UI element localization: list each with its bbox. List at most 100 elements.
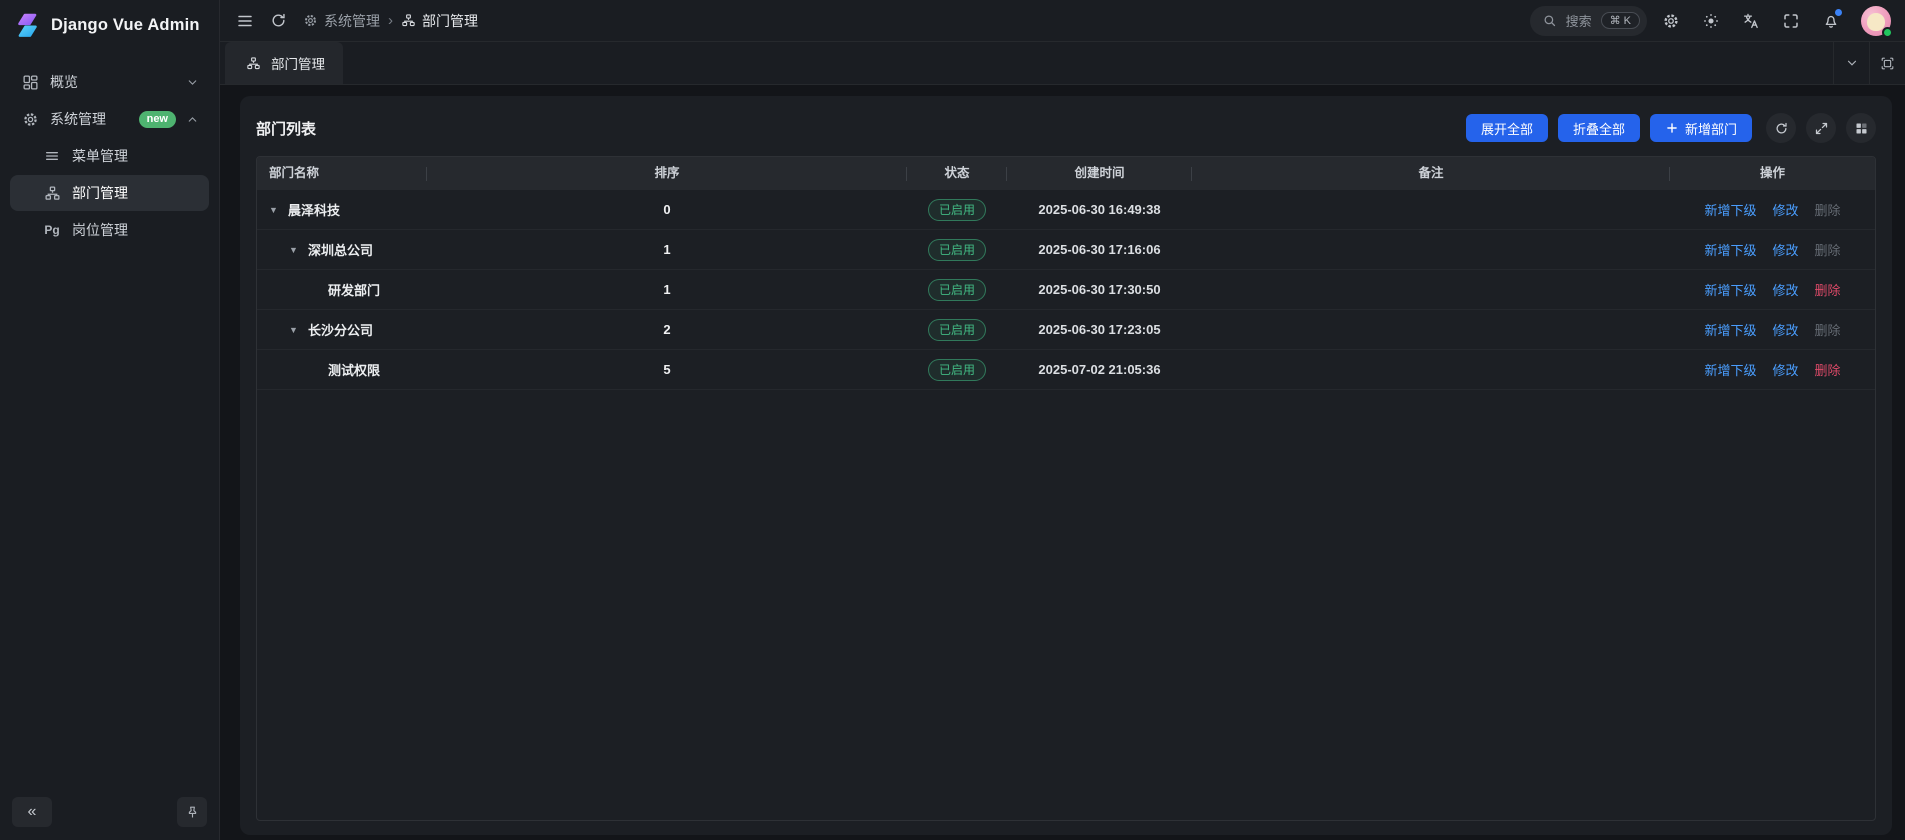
add-sub-department-link[interactable]: 新增下级: [1704, 360, 1756, 379]
hamburger-menu-icon[interactable]: [236, 12, 254, 30]
sort-value: 1: [427, 282, 907, 297]
sidebar-item-overview[interactable]: 概览: [10, 64, 209, 100]
sidebar-item-label: 岗位管理: [72, 220, 199, 240]
department-name: 测试权限: [328, 360, 380, 379]
fullscreen-icon[interactable]: [1775, 5, 1807, 37]
department-table: 部门名称 排序 状态 创建时间 备注 操作 ▼ 晨泽科技 0 已启用 2025-…: [256, 156, 1876, 821]
table-refresh-icon[interactable]: [1766, 113, 1796, 143]
menu-list-icon: [42, 148, 62, 164]
sidebar-item-system[interactable]: 系统管理 new: [10, 101, 209, 137]
tab-bar-controls: [1833, 42, 1905, 84]
column-header-created: 创建时间: [1007, 157, 1192, 190]
delete-link[interactable]: 删除: [1815, 200, 1841, 219]
collapse-all-button[interactable]: 折叠全部: [1558, 114, 1640, 142]
edit-link[interactable]: 修改: [1772, 320, 1798, 339]
pin-icon[interactable]: [177, 797, 207, 827]
org-chart-icon: [42, 185, 62, 202]
pg-icon: Pg: [42, 223, 62, 237]
expand-all-button[interactable]: 展开全部: [1466, 114, 1548, 142]
status-badge: 已启用: [928, 199, 986, 221]
column-settings-grid-icon[interactable]: [1846, 113, 1876, 143]
add-department-button[interactable]: 新增部门: [1650, 114, 1752, 142]
sidebar-item-department-management[interactable]: 部门管理: [10, 175, 209, 211]
status-badge: 已启用: [928, 239, 986, 261]
add-sub-department-link[interactable]: 新增下级: [1704, 200, 1756, 219]
main-area: 系统管理 › 部门管理 搜索: [220, 0, 1905, 840]
search-placeholder: 搜索: [1566, 11, 1592, 30]
sidebar-item-label: 概览: [50, 72, 176, 92]
edit-link[interactable]: 修改: [1772, 200, 1798, 219]
gear-icon: [20, 111, 40, 128]
breadcrumb-separator: ›: [388, 12, 393, 29]
org-chart-icon: [243, 56, 263, 71]
tab-label: 部门管理: [271, 53, 325, 73]
settings-gear-icon[interactable]: [1655, 5, 1687, 37]
breadcrumb-item-department[interactable]: 部门管理: [401, 11, 478, 31]
delete-link[interactable]: 删除: [1815, 280, 1841, 299]
department-name: 晨泽科技: [288, 200, 340, 219]
page-title: 部门列表: [256, 118, 316, 139]
column-header-remark: 备注: [1192, 157, 1670, 190]
search-shortcut-badge: ⌘ K: [1601, 12, 1640, 29]
table-body: ▼ 晨泽科技 0 已启用 2025-06-30 16:49:38 新增下级 修改…: [257, 190, 1875, 390]
edit-link[interactable]: 修改: [1772, 360, 1798, 379]
online-status-dot: [1882, 27, 1893, 38]
refresh-icon[interactable]: [270, 12, 287, 29]
delete-link[interactable]: 删除: [1815, 360, 1841, 379]
add-sub-department-link[interactable]: 新增下级: [1704, 240, 1756, 259]
department-card: 部门列表 展开全部 折叠全部 新增部门: [240, 96, 1892, 835]
card-header: 部门列表 展开全部 折叠全部 新增部门: [256, 108, 1876, 148]
logo-row[interactable]: Django Vue Admin: [0, 0, 219, 50]
expand-caret-icon[interactable]: ▼: [289, 325, 301, 335]
status-badge: 已启用: [928, 279, 986, 301]
created-time: 2025-07-02 21:05:36: [1007, 362, 1192, 377]
tab-bar: 部门管理: [220, 42, 1905, 85]
theme-sun-icon[interactable]: [1695, 5, 1727, 37]
expand-caret-icon[interactable]: ▼: [269, 205, 281, 215]
table-row: ▼ 测试权限 5 已启用 2025-07-02 21:05:36 新增下级 修改…: [257, 350, 1875, 390]
table-fullscreen-icon[interactable]: [1806, 113, 1836, 143]
chevron-down-icon: [186, 76, 199, 89]
column-header-status: 状态: [907, 157, 1007, 190]
user-avatar[interactable]: [1861, 6, 1891, 36]
column-header-name: 部门名称: [257, 157, 427, 190]
chevron-up-icon: [186, 113, 199, 126]
created-time: 2025-06-30 17:16:06: [1007, 242, 1192, 257]
sidebar-footer: «: [0, 792, 219, 840]
sidebar-item-menu-management[interactable]: 菜单管理: [10, 138, 209, 174]
header-actions: 搜索 ⌘ K: [1530, 5, 1891, 37]
app-logo-icon: [14, 12, 41, 39]
tab-department-management[interactable]: 部门管理: [225, 42, 343, 84]
created-time: 2025-06-30 17:30:50: [1007, 282, 1192, 297]
new-badge: new: [139, 111, 176, 128]
delete-link[interactable]: 删除: [1815, 240, 1841, 259]
edit-link[interactable]: 修改: [1772, 240, 1798, 259]
status-badge: 已启用: [928, 359, 986, 381]
department-name: 长沙分公司: [308, 320, 373, 339]
department-name: 深圳总公司: [308, 240, 373, 259]
table-row: ▼ 晨泽科技 0 已启用 2025-06-30 16:49:38 新增下级 修改…: [257, 190, 1875, 230]
sort-value: 0: [427, 202, 907, 217]
app-window: Django Vue Admin 概览: [0, 0, 1905, 840]
card-toolbar: 展开全部 折叠全部 新增部门: [1466, 113, 1876, 143]
expand-caret-icon[interactable]: ▼: [289, 245, 301, 255]
edit-link[interactable]: 修改: [1772, 280, 1798, 299]
sidebar-item-label: 系统管理: [50, 109, 129, 129]
breadcrumb-item-system[interactable]: 系统管理: [303, 11, 380, 31]
top-header: 系统管理 › 部门管理 搜索: [220, 0, 1905, 42]
sidebar-item-label: 菜单管理: [72, 146, 199, 166]
notification-bell-icon[interactable]: [1815, 5, 1847, 37]
delete-link[interactable]: 删除: [1815, 320, 1841, 339]
department-name: 研发部门: [328, 280, 380, 299]
tab-list-chevron-icon[interactable]: [1833, 42, 1869, 84]
sidebar-item-label: 部门管理: [72, 183, 199, 203]
column-header-sort: 排序: [427, 157, 907, 190]
add-sub-department-link[interactable]: 新增下级: [1704, 280, 1756, 299]
search-input[interactable]: 搜索 ⌘ K: [1530, 6, 1647, 36]
sidebar-collapse-button[interactable]: «: [12, 797, 52, 827]
tab-maximize-icon[interactable]: [1869, 42, 1905, 84]
add-sub-department-link[interactable]: 新增下级: [1704, 320, 1756, 339]
search-icon: [1542, 13, 1557, 28]
language-translate-icon[interactable]: [1735, 5, 1767, 37]
sidebar-item-position-management[interactable]: Pg 岗位管理: [10, 212, 209, 248]
